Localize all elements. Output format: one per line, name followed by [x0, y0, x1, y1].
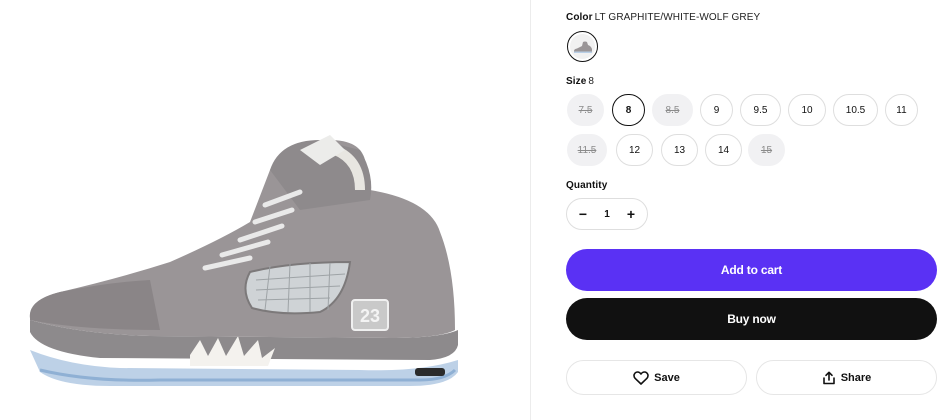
save-button[interactable]: Save: [566, 360, 747, 395]
buy-now-button[interactable]: Buy now: [566, 298, 937, 340]
color-swatch-selected[interactable]: [567, 31, 598, 62]
svg-text:23: 23: [360, 306, 380, 326]
size-option-13[interactable]: 13: [661, 134, 698, 166]
share-icon: [822, 371, 835, 384]
sneaker-thumbnail-icon: [573, 41, 592, 53]
add-to-cart-button[interactable]: Add to cart: [566, 249, 937, 291]
add-to-cart-label: Add to cart: [720, 263, 783, 277]
share-label: Share: [840, 371, 872, 384]
size-option-12[interactable]: 12: [616, 134, 653, 166]
quantity-stepper: − 1 +: [566, 198, 648, 230]
quantity-value[interactable]: 1: [604, 209, 610, 220]
quantity-increase-button[interactable]: +: [623, 206, 639, 222]
size-option-8-5[interactable]: 8.5: [652, 94, 693, 126]
color-value: LT GRAPHITE/WHITE-WOLF GREY: [594, 12, 761, 23]
size-option-14[interactable]: 14: [705, 134, 742, 166]
size-label: Size 8: [566, 76, 594, 87]
size-option-9[interactable]: 9: [700, 94, 733, 126]
product-image[interactable]: 23: [0, 0, 530, 420]
sneaker-image: 23: [29, 135, 458, 386]
heart-icon: [633, 370, 649, 385]
panel-divider: [530, 0, 531, 420]
share-button[interactable]: Share: [756, 360, 937, 395]
size-option-9-5[interactable]: 9.5: [740, 94, 781, 126]
size-label-text: Size: [566, 76, 587, 87]
color-label: Color LT GRAPHITE/WHITE-WOLF GREY: [566, 12, 760, 23]
size-option-11[interactable]: 11: [885, 94, 918, 126]
color-label-text: Color: [566, 12, 593, 23]
size-option-15[interactable]: 15: [748, 134, 785, 166]
quantity-label: Quantity: [566, 180, 608, 191]
size-option-10-5[interactable]: 10.5: [833, 94, 878, 126]
size-option-7-5[interactable]: 7.5: [567, 94, 604, 126]
save-label: Save: [654, 371, 680, 384]
size-option-10[interactable]: 10: [788, 94, 826, 126]
size-option-11-5[interactable]: 11.5: [567, 134, 607, 166]
size-option-8[interactable]: 8: [612, 94, 645, 126]
color-swatch-thumbnail: [570, 34, 595, 59]
buy-now-label: Buy now: [727, 312, 776, 326]
product-options-panel: Color LT GRAPHITE/WHITE-WOLF GREY Size 8 7…: [566, 0, 937, 420]
quantity-decrease-button[interactable]: −: [575, 206, 591, 222]
size-selected-value: 8: [588, 76, 595, 87]
